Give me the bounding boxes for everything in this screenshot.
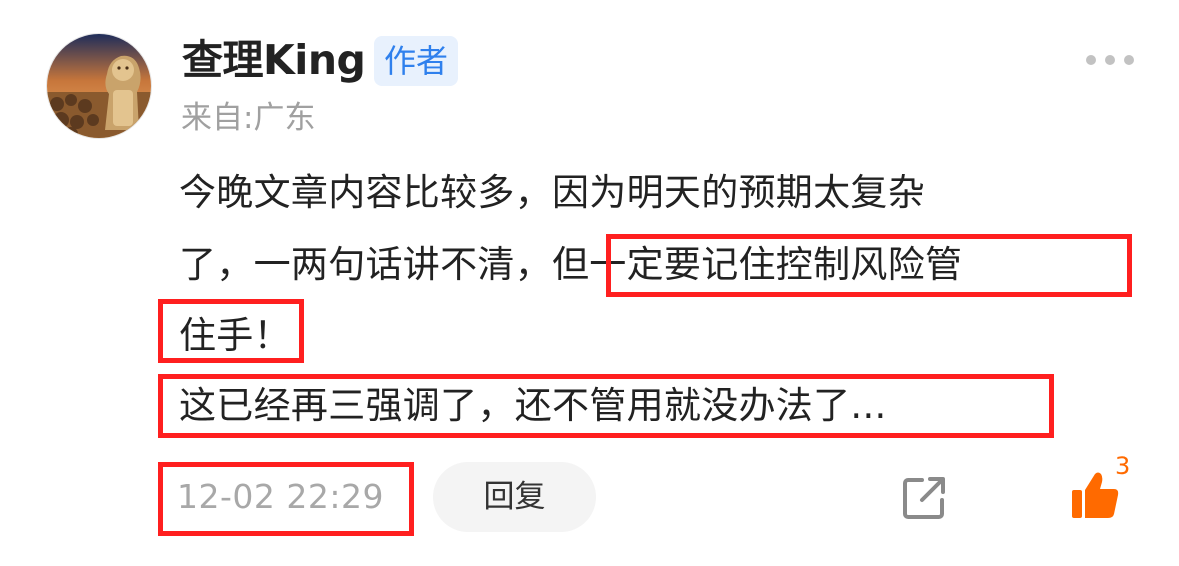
author-name[interactable]: 查理King (182, 34, 366, 86)
dot (1124, 55, 1134, 65)
comment-text-line: 今晚文章内容比较多，因为明天的预期太复杂 (179, 171, 925, 214)
share-icon[interactable] (900, 474, 948, 522)
avatar[interactable] (46, 33, 152, 139)
comment-timestamp: 12-02 22:29 (177, 477, 384, 516)
comment-text-line: 这已经再三强调了，还不管用就没办法了... (179, 384, 887, 427)
thumbs-up-icon[interactable] (1070, 470, 1120, 520)
like-count: 3 (1115, 452, 1131, 480)
author-badge: 作者 (374, 36, 458, 86)
dot (1105, 55, 1115, 65)
more-dots-icon[interactable] (1086, 52, 1134, 68)
author-location: 来自:广东 (181, 100, 316, 136)
comment-text-line: 了，一两句话讲不清，但一定要记住控制风险管 (179, 243, 963, 286)
lion-statue-avatar-icon (47, 34, 151, 138)
reply-button[interactable]: 回复 (433, 462, 596, 532)
dot (1086, 55, 1096, 65)
comment-text-line: 住手！ (179, 314, 291, 357)
